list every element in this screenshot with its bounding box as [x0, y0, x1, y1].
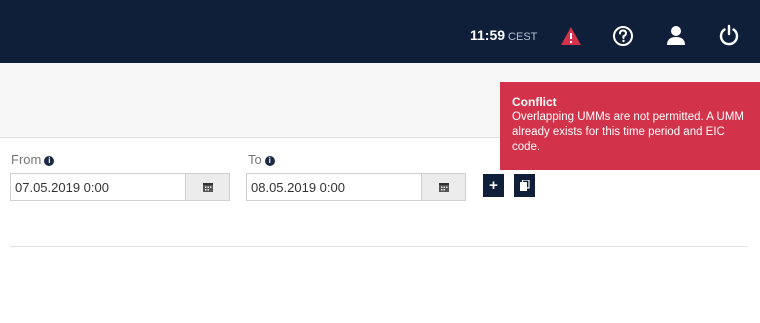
to-date-input[interactable]: 08.05.2019 0:00 [246, 173, 422, 201]
to-label: To i [248, 152, 275, 167]
info-icon[interactable]: i [264, 156, 275, 166]
user-icon[interactable] [665, 24, 687, 46]
plus-icon: + [489, 177, 498, 194]
to-calendar-button[interactable] [421, 173, 466, 201]
calendar-icon [202, 183, 213, 192]
clock-time: 11:59 [470, 27, 506, 43]
copy-icon [520, 179, 530, 191]
clock: 11:59 CEST [470, 27, 537, 43]
from-date-input[interactable]: 07.05.2019 0:00 [10, 173, 186, 201]
warning-icon[interactable] [560, 26, 582, 46]
to-label-text: To [248, 152, 262, 167]
copy-button[interactable] [514, 174, 535, 197]
from-label-text: From [11, 152, 42, 167]
power-icon[interactable] [718, 24, 740, 46]
divider [10, 246, 748, 247]
alert-message: Overlapping UMMs are not permitted. A UM… [512, 111, 744, 153]
from-calendar-button[interactable] [185, 173, 230, 201]
calendar-icon [438, 183, 449, 192]
info-icon[interactable]: i [44, 156, 55, 166]
conflict-alert[interactable]: Conflict Overlapping UMMs are not permit… [500, 82, 760, 170]
clock-timezone: CEST [508, 31, 538, 43]
help-icon[interactable] [612, 25, 634, 47]
add-button[interactable]: + [483, 174, 504, 197]
top-navbar: 11:59 CEST [0, 0, 760, 63]
alert-title: Conflict [512, 95, 557, 109]
from-label: From i [11, 152, 55, 167]
